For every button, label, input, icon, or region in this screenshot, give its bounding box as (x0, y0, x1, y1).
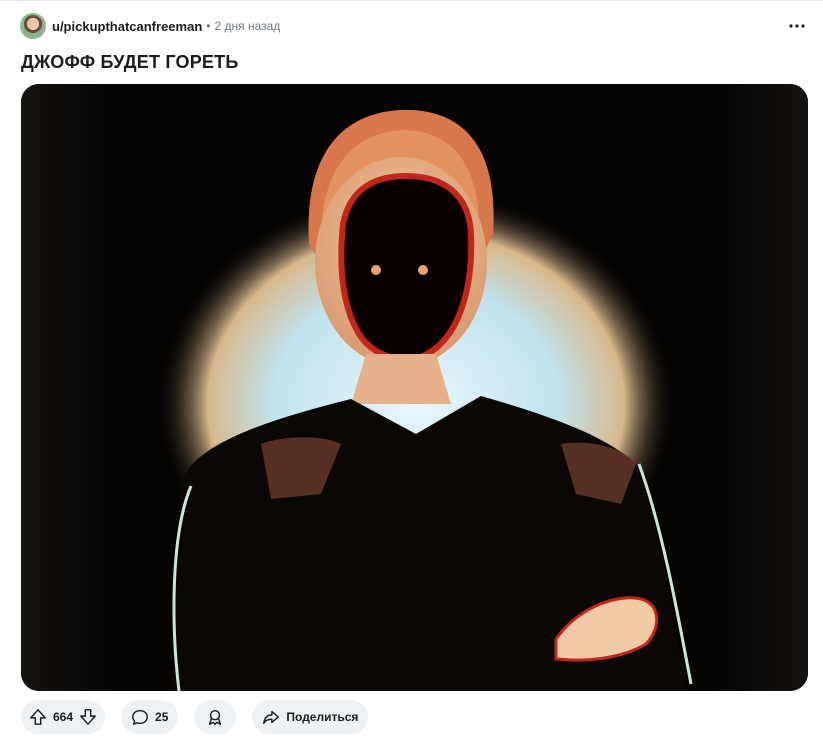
vote-count: 664 (53, 710, 74, 724)
top-divider (0, 0, 823, 1)
more-options-button[interactable] (785, 14, 809, 38)
award-button[interactable] (194, 700, 237, 734)
post-image[interactable] (21, 84, 808, 691)
meta-separator: • (206, 19, 211, 33)
share-label: Поделиться (286, 710, 359, 724)
downvote-arrow-icon[interactable] (79, 708, 97, 726)
more-dots-icon (789, 24, 805, 28)
post-image-art (21, 84, 808, 691)
share-button[interactable]: Поделиться (252, 700, 369, 734)
award-ribbon-icon (209, 709, 222, 725)
post-actions: 664 25 Поделиться (21, 700, 369, 734)
vote-control: 664 (21, 700, 106, 734)
username-link[interactable]: u/pickupthatcanfreeman (52, 19, 202, 34)
comments-button[interactable]: 25 (121, 700, 179, 734)
share-arrow-icon (263, 710, 280, 725)
post-time: 2 дня назад (214, 19, 281, 33)
post-header: u/pickupthatcanfreeman • 2 дня назад (20, 12, 809, 40)
comment-count: 25 (155, 710, 169, 724)
post-title[interactable]: ДЖОФФ БУДЕТ ГОРЕТЬ (21, 52, 238, 73)
upvote-arrow-icon[interactable] (29, 708, 47, 726)
comment-bubble-icon (132, 709, 148, 725)
user-avatar[interactable] (20, 13, 46, 39)
